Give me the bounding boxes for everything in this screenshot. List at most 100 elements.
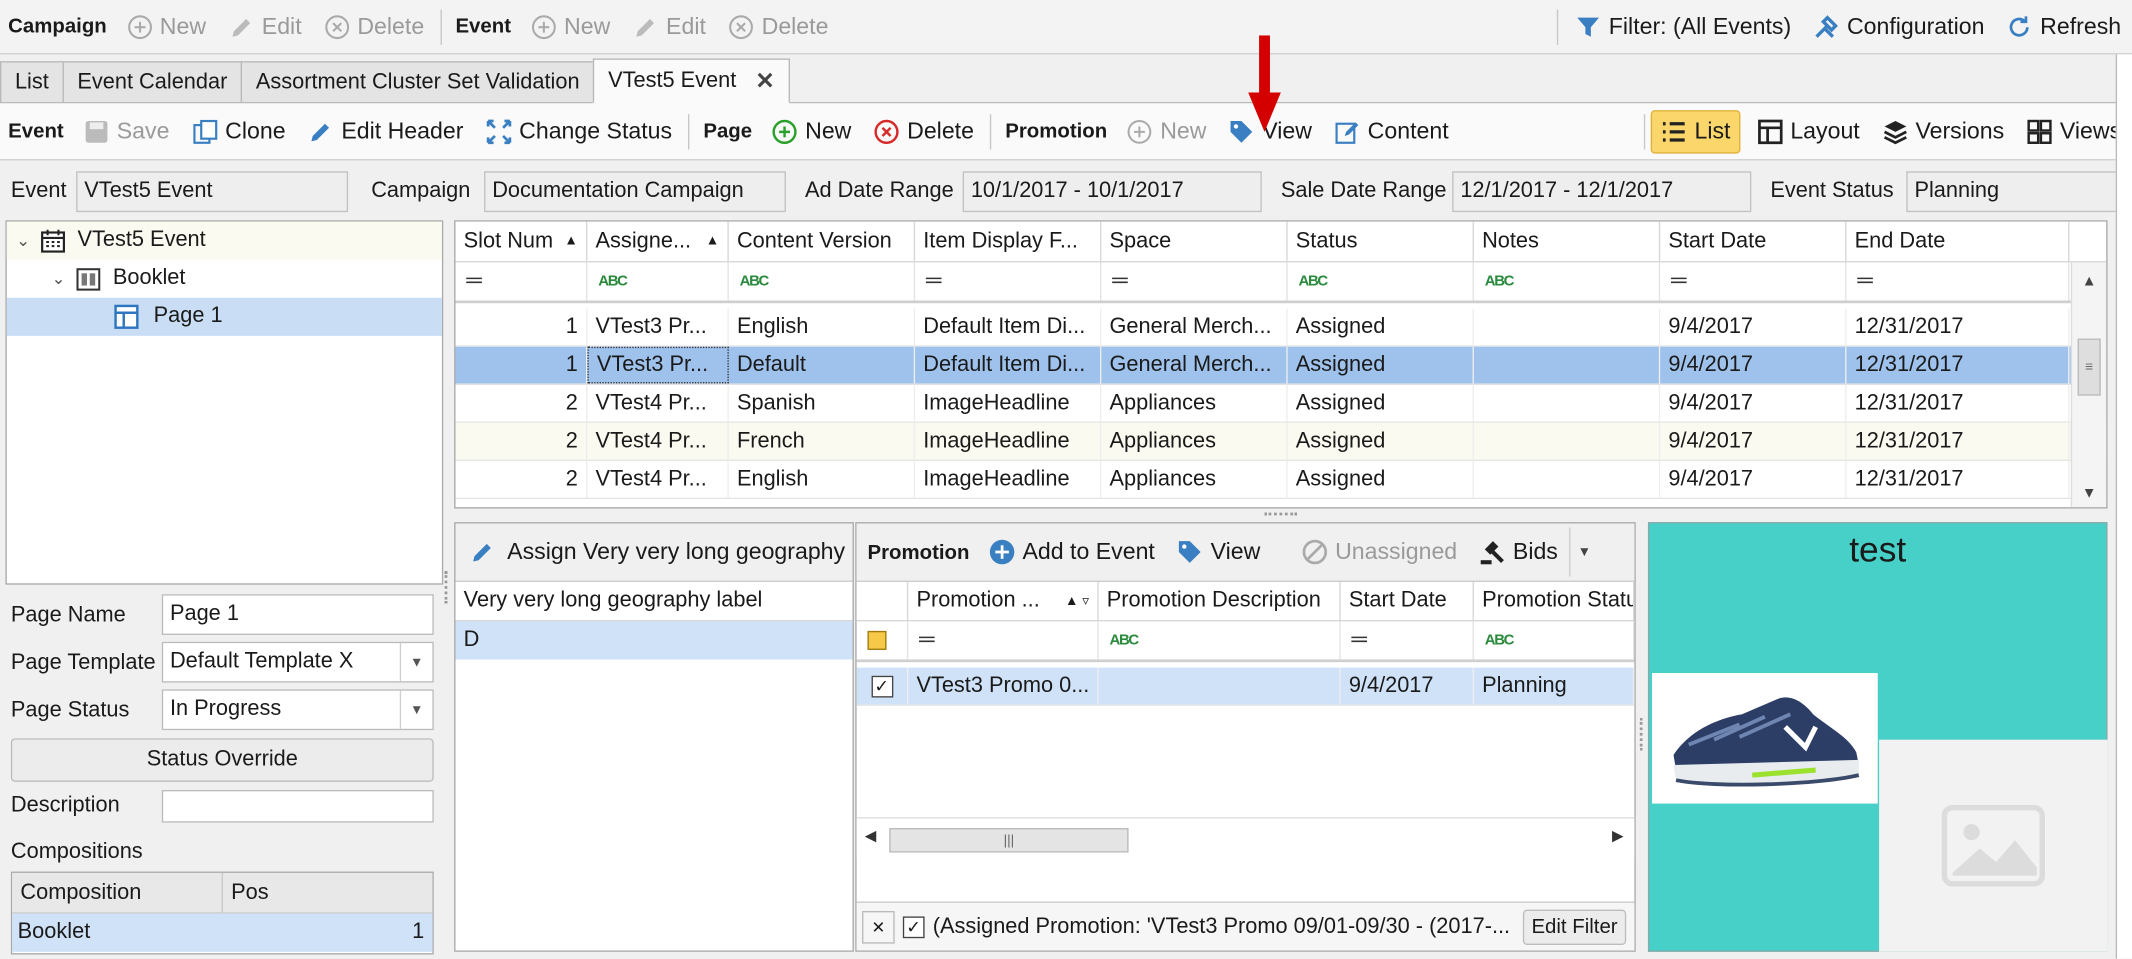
- table-row[interactable]: 2 VTest4 Pr... English ImageHeadline App…: [455, 460, 2107, 500]
- close-tab-icon[interactable]: ✕: [755, 67, 774, 94]
- table-row-selected[interactable]: 1 VTest3 Pr... Default Default Item Di..…: [455, 346, 2107, 385]
- scroll-up-arrow-icon[interactable]: ▲: [2072, 273, 2106, 289]
- tree-node-booklet[interactable]: ⌄ Booklet: [7, 260, 442, 298]
- save-button[interactable]: Save: [72, 103, 180, 159]
- row-checkbox[interactable]: ✓: [857, 667, 909, 705]
- composition-column-header[interactable]: Composition: [12, 872, 223, 913]
- list-view-button[interactable]: List: [1650, 109, 1741, 153]
- vertical-splitter-handle[interactable]: [1639, 717, 1645, 751]
- column-header[interactable]: Promotion Description: [1099, 581, 1341, 621]
- promotion-horizontal-scrollbar[interactable]: ◀ ||| ▶: [856, 817, 1635, 858]
- clone-button[interactable]: Clone: [180, 103, 296, 159]
- tab-list[interactable]: List: [0, 61, 64, 102]
- sale-date-range-field[interactable]: 12/1/2017 - 12/1/2017: [1452, 171, 1752, 213]
- column-header[interactable]: End Date: [1846, 221, 2070, 262]
- column-header[interactable]: Promotion Statu: [1474, 581, 1635, 621]
- layout-view-button[interactable]: Layout: [1745, 103, 1870, 159]
- column-header[interactable]: Space: [1101, 221, 1288, 262]
- tree-node-event[interactable]: ⌄ VTest5 Event: [6, 221, 442, 260]
- collapse-chevron-icon[interactable]: ⌄: [42, 269, 75, 288]
- filter-text-icon[interactable]: ABC: [729, 262, 916, 301]
- filter-checkbox-icon[interactable]: [857, 621, 909, 660]
- filter-text-icon[interactable]: ABC: [1288, 262, 1474, 301]
- campaign-new-button[interactable]: New: [115, 0, 217, 53]
- promotion-row[interactable]: ✓ VTest3 Promo 0... 9/4/2017 Planning: [856, 667, 1635, 706]
- description-input[interactable]: [161, 789, 434, 823]
- filter-enabled-checkbox[interactable]: ✓: [902, 915, 925, 938]
- filter-equals-icon[interactable]: ═: [915, 262, 1102, 301]
- assign-geography-button[interactable]: Assign Very very long geography: [455, 523, 853, 581]
- filter-text-icon[interactable]: ABC: [1099, 621, 1341, 660]
- refresh-button[interactable]: Refresh: [1995, 0, 2132, 53]
- event-new-button[interactable]: New: [519, 0, 621, 53]
- status-override-button[interactable]: Status Override: [10, 738, 434, 782]
- views-button[interactable]: Views: [2015, 103, 2132, 159]
- scroll-down-arrow-icon[interactable]: ▼: [2072, 485, 2106, 501]
- promotion-view-button[interactable]: View: [1166, 523, 1271, 580]
- versions-view-button[interactable]: Versions: [1871, 103, 2015, 159]
- filter-text-icon[interactable]: ABC: [587, 262, 729, 301]
- ad-date-range-field[interactable]: 10/1/2017 - 10/1/2017: [962, 171, 1262, 213]
- campaign-edit-button[interactable]: Edit: [217, 0, 313, 53]
- tab-event-calendar[interactable]: Event Calendar: [62, 61, 243, 102]
- filter-equals-icon[interactable]: ═: [1341, 621, 1474, 660]
- filter-equals-icon[interactable]: ═: [455, 262, 588, 301]
- column-header[interactable]: Status: [1288, 221, 1474, 262]
- slot-grid-scrollbar[interactable]: ▲ ≡ ▼: [2070, 262, 2107, 508]
- filter-text-icon[interactable]: ABC: [1474, 262, 1661, 301]
- page-template-select[interactable]: Default Template X ▼: [161, 641, 434, 683]
- column-header[interactable]: Item Display F...: [915, 221, 1102, 262]
- page-name-input[interactable]: Page 1: [161, 594, 434, 635]
- filter-equals-icon[interactable]: ═: [1660, 262, 1847, 301]
- edit-header-button[interactable]: Edit Header: [296, 103, 474, 159]
- edit-filter-button[interactable]: Edit Filter: [1522, 908, 1627, 945]
- event-status-field[interactable]: Planning: [1906, 171, 2124, 213]
- column-header[interactable]: Start Date: [1341, 581, 1474, 621]
- scrollbar-thumb[interactable]: ≡: [2077, 338, 2101, 396]
- horizontal-splitter-handle[interactable]: [1264, 512, 1298, 518]
- column-header[interactable]: Assigne... ▲: [587, 221, 729, 262]
- unassigned-button[interactable]: Unassigned: [1290, 523, 1468, 580]
- filter-equals-icon[interactable]: ═: [908, 621, 1099, 660]
- pos-column-header[interactable]: Pos: [223, 880, 268, 904]
- event-delete-button[interactable]: Delete: [717, 0, 840, 53]
- tab-assortment-cluster[interactable]: Assortment Cluster Set Validation: [240, 61, 595, 102]
- tree-node-page[interactable]: Page 1: [6, 297, 442, 336]
- column-header[interactable]: Start Date: [1660, 221, 1847, 262]
- table-row[interactable]: 2 VTest4 Pr... Spanish ImageHeadline App…: [455, 384, 2107, 423]
- promotion-content-button[interactable]: Content: [1323, 103, 1460, 159]
- collapse-chevron-icon[interactable]: ⌄: [7, 231, 40, 250]
- dropdown-arrow-icon[interactable]: ▼: [399, 643, 433, 682]
- promotion-new-button[interactable]: New: [1115, 103, 1217, 159]
- table-row[interactable]: 2 VTest4 Pr... French ImageHeadline Appl…: [455, 422, 2107, 461]
- configuration-button[interactable]: Configuration: [1802, 0, 1995, 53]
- filter-equals-icon[interactable]: ═: [1101, 262, 1288, 301]
- clear-filter-icon[interactable]: ✕: [862, 910, 895, 943]
- filter-text-icon[interactable]: ABC: [1474, 621, 1635, 660]
- column-header[interactable]: Slot Num ▲: [455, 221, 588, 262]
- geography-row[interactable]: D: [455, 621, 853, 660]
- filter-equals-icon[interactable]: ═: [1846, 262, 2070, 301]
- page-delete-button[interactable]: Delete: [862, 103, 985, 159]
- page-new-button[interactable]: New: [760, 103, 862, 159]
- scrollbar-thumb[interactable]: |||: [889, 828, 1129, 853]
- event-edit-button[interactable]: Edit: [621, 0, 717, 53]
- tab-vtest5-event[interactable]: VTest5 Event ✕: [593, 58, 790, 104]
- add-to-event-button[interactable]: Add to Event: [978, 523, 1166, 580]
- bids-button[interactable]: Bids: [1468, 523, 1569, 580]
- campaign-delete-button[interactable]: Delete: [312, 0, 435, 53]
- page-status-select[interactable]: In Progress ▼: [161, 689, 434, 731]
- column-header[interactable]: Promotion ... ▲ ▿: [908, 581, 1099, 621]
- campaign-field[interactable]: Documentation Campaign: [484, 171, 786, 213]
- event-name-field[interactable]: VTest5 Event: [76, 171, 349, 213]
- vertical-splitter-handle[interactable]: [444, 571, 450, 604]
- filter-button[interactable]: Filter: (All Events): [1564, 0, 1802, 53]
- change-status-button[interactable]: Change Status: [474, 103, 683, 159]
- scroll-right-arrow-icon[interactable]: ▶: [1612, 827, 1624, 844]
- column-header[interactable]: Notes: [1474, 221, 1661, 262]
- geography-column-header[interactable]: Very very long geography label: [455, 580, 853, 622]
- more-dropdown-button[interactable]: ▼: [1568, 527, 1599, 577]
- scroll-left-arrow-icon[interactable]: ◀: [865, 827, 877, 844]
- column-header[interactable]: Content Version: [729, 221, 916, 262]
- table-row[interactable]: 1 VTest3 Pr... English Default Item Di..…: [455, 308, 2107, 347]
